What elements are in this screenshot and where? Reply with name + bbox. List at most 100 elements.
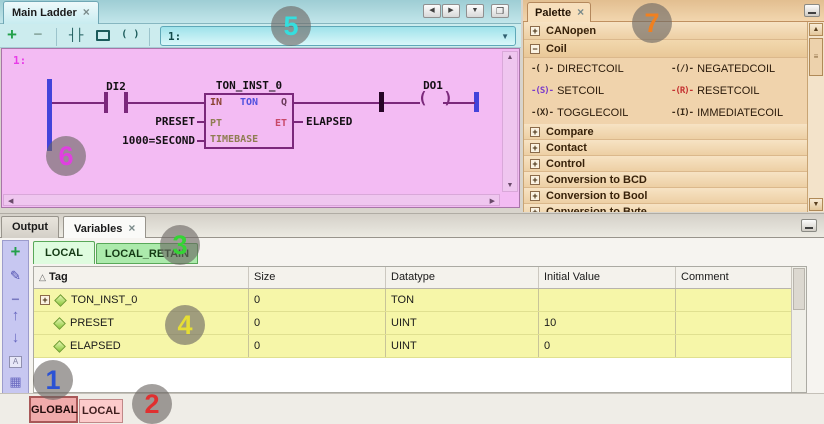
ladder-toolbar: + − ┤├ ( ) ↷ × 1: ▼ [0,24,521,48]
move-up-button[interactable]: ↑ [3,307,28,324]
export-table-button[interactable]: ▦ [3,374,28,390]
ladder-editor-panel: Main Ladder× ◀ ▶ ▼ ❐ + − ┤├ ( ) ↷ × 1: ▼ [0,0,521,208]
edit-variable-button[interactable]: ✎ [3,268,28,284]
remove-rung-button[interactable]: − [27,24,49,46]
expand-icon[interactable]: + [530,127,540,137]
annotation-circle-1: 1 [33,360,73,400]
table-scrollbar[interactable] [791,267,806,392]
coil-icon: ( ) [418,88,456,107]
scroll-up-icon[interactable]: ▲ [809,23,823,36]
palette-section-control[interactable]: + Control [524,156,824,172]
expand-icon[interactable]: + [530,26,540,36]
nav-left-button[interactable]: ◀ [423,4,441,18]
palette-item-negatedcoil[interactable]: -(/)- NEGATEDCOIL [671,58,775,80]
scroll-down-icon[interactable]: ▼ [504,182,516,189]
column-header-datatype[interactable]: Datatype [386,267,539,288]
block-type-label: TON [206,98,292,108]
scrollbar-thumb[interactable] [793,268,805,310]
scrollbar-thumb[interactable]: ≡ [809,38,823,76]
palette-section-conversion-byte[interactable]: + Conversion to Byte [524,204,824,212]
section-label: CANopen [546,25,596,37]
tab-local[interactable]: LOCAL [33,241,95,264]
expand-icon[interactable]: + [530,143,540,153]
insert-block-button[interactable] [91,24,115,46]
column-header-tag[interactable]: △ Tag [34,267,249,288]
ladder-vertical-scrollbar[interactable]: ▲ ▼ [502,51,518,192]
ladder-canvas[interactable]: 1: DI2 TON_INST_0 IN TON Q PT [1,48,520,208]
palette-item-resetcoil[interactable]: -(R)- RESETCOIL [671,80,759,102]
contact-symbol[interactable] [124,92,128,113]
expand-icon[interactable]: + [530,175,540,185]
rung-select-value: 1: [168,30,181,43]
collapse-icon[interactable]: − [530,44,540,54]
ton-function-block[interactable]: IN TON Q PT ET TIMEBASE [204,93,294,149]
palette-item-togglecoil[interactable]: -(X)- TOGGLECOIL [531,102,628,124]
palette-minimize-button[interactable] [804,4,820,17]
add-rung-button[interactable]: + [0,24,24,46]
column-header-comment[interactable]: Comment [676,267,793,288]
expand-icon[interactable]: + [530,191,540,201]
scroll-down-icon[interactable]: ▼ [809,198,823,211]
annotation-number: 1 [45,365,60,395]
chevron-down-icon: ▼ [501,32,509,41]
expand-icon[interactable]: + [530,207,540,213]
contact-symbol[interactable] [104,92,108,113]
palette-section-compare[interactable]: + Compare [524,124,824,140]
palette-item-setcoil[interactable]: -(S)- SETCOIL [531,80,604,102]
expand-icon[interactable]: + [40,295,50,305]
palette-section-coil[interactable]: − Coil [524,40,824,58]
scroll-left-icon[interactable]: ◀ [8,197,13,205]
palette-item-immediatecoil[interactable]: -(I)- IMMEDIATECOIL [671,102,783,124]
palette-section-canopen[interactable]: + CANopen [524,22,824,40]
output-coil-symbol[interactable]: ( ) [418,90,456,106]
table-row[interactable]: PRESET 0 UINT 10 [34,312,806,335]
cell-initial-value: 0 [544,340,550,352]
scroll-up-icon[interactable]: ▲ [504,54,516,61]
dropdown-button[interactable]: ▼ [466,4,484,18]
palette-scrollbar[interactable]: ▲ ≡ ▼ [807,22,824,212]
palette-item-directcoil[interactable]: -( )- DIRECTCOIL [531,58,624,80]
tab-palette[interactable]: Palette× [527,2,591,22]
close-icon[interactable]: × [577,5,584,19]
table-row[interactable]: ELAPSED 0 UINT 0 [34,335,806,358]
column-header-size[interactable]: Size [249,267,386,288]
column-header-initial-value[interactable]: Initial Value [539,267,676,288]
expand-icon[interactable]: + [530,159,540,169]
remove-variable-button[interactable]: − [3,291,28,307]
ladder-horizontal-scrollbar[interactable]: ◀ ▶ [3,194,500,206]
insert-contact-button[interactable]: ┤├ [64,24,88,46]
cell-datatype: UINT [391,340,417,352]
palette-section-conversion-bcd[interactable]: + Conversion to BCD [524,172,824,188]
add-variable-button[interactable]: + [3,242,28,262]
variable-icon [54,294,67,307]
table-row[interactable]: +TON_INST_0 0 TON [34,289,806,312]
palette-section-conversion-bool[interactable]: + Conversion to Bool [524,188,824,204]
cell-size: 0 [254,317,260,329]
cell-size: 0 [254,340,260,352]
item-label: TOGGLECOIL [557,107,628,119]
insert-coil-button[interactable]: ( ) [118,24,142,46]
restore-button[interactable]: ❐ [491,4,509,18]
nav-right-button[interactable]: ▶ [442,4,460,18]
panel-minimize-button[interactable] [801,219,817,232]
close-icon[interactable]: × [128,221,135,235]
tab-local-scope[interactable]: LOCAL [79,399,123,423]
rung-select-dropdown[interactable]: 1: ▼ [160,26,516,46]
header-label: Size [254,271,275,283]
arrow-down-icon: ↓ [12,329,20,346]
palette-section-contact[interactable]: + Contact [524,140,824,156]
tab-global[interactable]: GLOBAL [29,396,78,423]
pin-timebase-label: TIMEBASE [210,135,258,145]
scroll-right-icon[interactable]: ▶ [490,197,495,205]
tab-variables[interactable]: Variables× [63,216,146,238]
chevron-down-icon: ▼ [472,7,479,14]
tab-output[interactable]: Output [1,216,59,238]
close-icon[interactable]: × [83,5,90,19]
annotation-circle-6: 6 [46,136,86,176]
tab-main-ladder[interactable]: Main Ladder× [3,1,99,24]
cell-size: 0 [254,294,260,306]
sort-button[interactable]: A [3,355,28,368]
arrow-up-icon: ↑ [12,307,20,324]
move-down-button[interactable]: ↓ [3,329,28,346]
variables-table: △ Tag Size Datatype Initial Value Commen… [33,266,807,393]
